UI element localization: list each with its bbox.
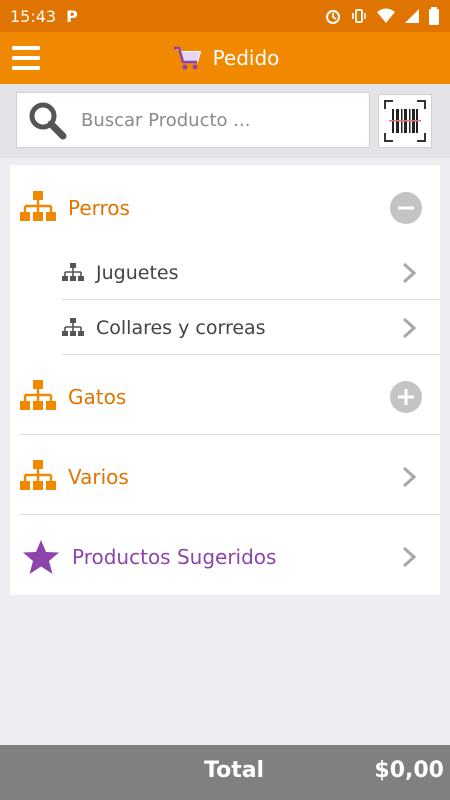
category-tree-icon	[20, 379, 56, 410]
subcategory-label: Collares y correas	[96, 316, 266, 339]
category-label: Gatos	[68, 384, 127, 409]
subcategory-label: Juguetes	[96, 261, 179, 284]
total-label: Total	[204, 758, 265, 783]
total-bar: Total $0,00	[0, 745, 450, 800]
cart-icon	[173, 46, 201, 70]
chevron-right-icon	[402, 317, 416, 338]
status-time: 15:43	[10, 6, 57, 26]
category-list: Perros Juguetes Collares y correas Gatos…	[10, 165, 440, 595]
battery-icon	[429, 7, 439, 25]
search-row	[0, 84, 450, 158]
barcode-scan-button[interactable]	[378, 94, 432, 148]
category-label: Varios	[68, 464, 129, 489]
category-gatos[interactable]: Gatos	[10, 369, 440, 424]
app-bar: Pedido	[0, 32, 450, 84]
category-tree-icon	[20, 459, 56, 490]
page-title: Pedido	[212, 46, 280, 70]
category-productos-sugeridos[interactable]: Productos Sugeridos	[10, 529, 440, 584]
category-label: Perros	[68, 195, 130, 220]
divider	[62, 354, 440, 355]
total-value: $0,00	[374, 758, 444, 783]
divider	[20, 514, 440, 515]
search-icon	[29, 102, 67, 140]
expand-icon[interactable]	[390, 380, 422, 413]
status-bar: 15:43 P	[0, 0, 450, 32]
app-indicator: P	[66, 6, 78, 26]
chevron-right-icon	[402, 262, 416, 283]
category-tree-icon	[20, 190, 56, 221]
divider	[20, 434, 440, 435]
category-varios[interactable]: Varios	[10, 449, 440, 504]
subcategory-collares[interactable]: Collares y correas	[10, 300, 440, 355]
alarm-icon	[326, 10, 340, 24]
vibrate-icon	[352, 9, 366, 23]
signal-icon	[405, 9, 419, 23]
wifi-icon	[377, 8, 395, 23]
title-area: Pedido	[0, 32, 450, 84]
subcategory-juguetes[interactable]: Juguetes	[10, 245, 440, 300]
collapse-icon[interactable]	[390, 191, 422, 224]
barcode-icon	[384, 100, 426, 142]
search-box[interactable]	[16, 92, 370, 148]
category-label: Productos Sugeridos	[72, 544, 277, 569]
search-input[interactable]	[79, 108, 363, 132]
subcategory-tree-icon	[62, 262, 84, 281]
subcategory-tree-icon	[62, 317, 84, 336]
chevron-right-icon	[402, 466, 416, 487]
category-perros[interactable]: Perros	[10, 180, 440, 235]
chevron-right-icon	[402, 546, 416, 567]
star-icon	[23, 539, 59, 574]
status-icons	[324, 7, 440, 25]
